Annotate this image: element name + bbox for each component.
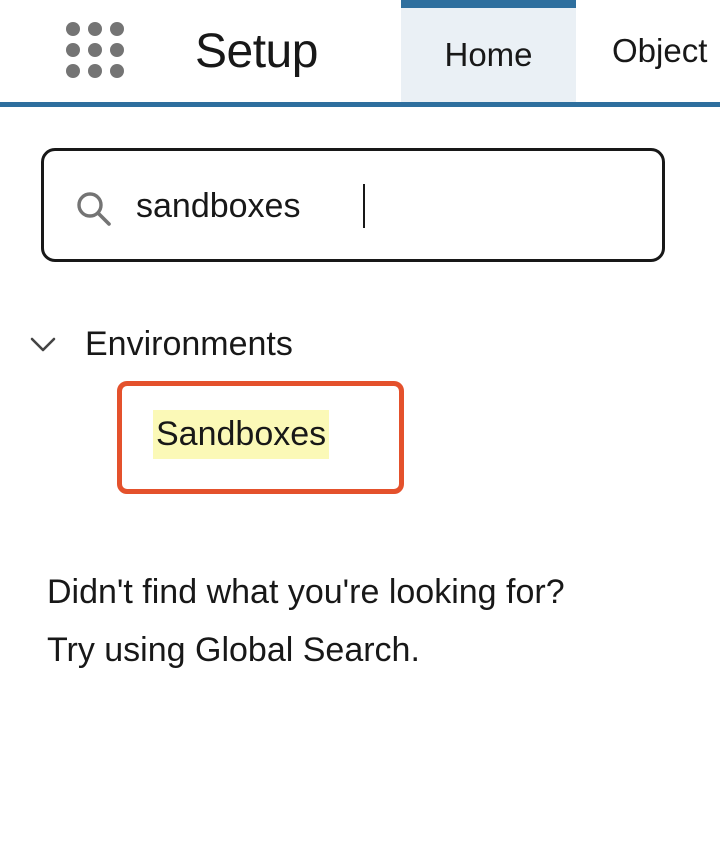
app-launcher-icon [88, 43, 102, 57]
quick-find-search[interactable] [41, 148, 665, 262]
tab-home[interactable]: Home [401, 0, 576, 102]
app-launcher-icon [66, 43, 80, 57]
app-launcher-icon [110, 64, 124, 78]
header-divider [0, 102, 720, 107]
app-launcher-icon [66, 64, 80, 78]
search-input[interactable] [136, 177, 636, 235]
global-search-hint: Try using Global Search. [47, 631, 420, 669]
app-title: Setup [195, 25, 318, 78]
app-launcher-icon [88, 22, 102, 36]
tree-group-label: Environments [85, 325, 293, 363]
app-launcher-icon [110, 43, 124, 57]
tab-object-manager[interactable]: Object [612, 0, 720, 102]
help-text-line: Didn't find what you're looking for? [47, 573, 565, 611]
tree-item-sandboxes[interactable]: Sandboxes [153, 410, 330, 459]
global-header: Setup Home Object [0, 0, 720, 103]
search-icon [77, 192, 111, 226]
app-launcher-icon [88, 64, 102, 78]
setup-page: Setup Home Object Environments Sandboxes… [0, 0, 720, 846]
app-launcher-button[interactable] [66, 22, 130, 84]
chevron-down-icon [30, 337, 56, 352]
no-results-help: Didn't find what you're looking for? Try… [47, 563, 707, 679]
text-cursor [363, 184, 365, 228]
app-launcher-icon [66, 22, 80, 36]
app-launcher-icon [110, 22, 124, 36]
tree-group-environments[interactable]: Environments [28, 318, 293, 370]
